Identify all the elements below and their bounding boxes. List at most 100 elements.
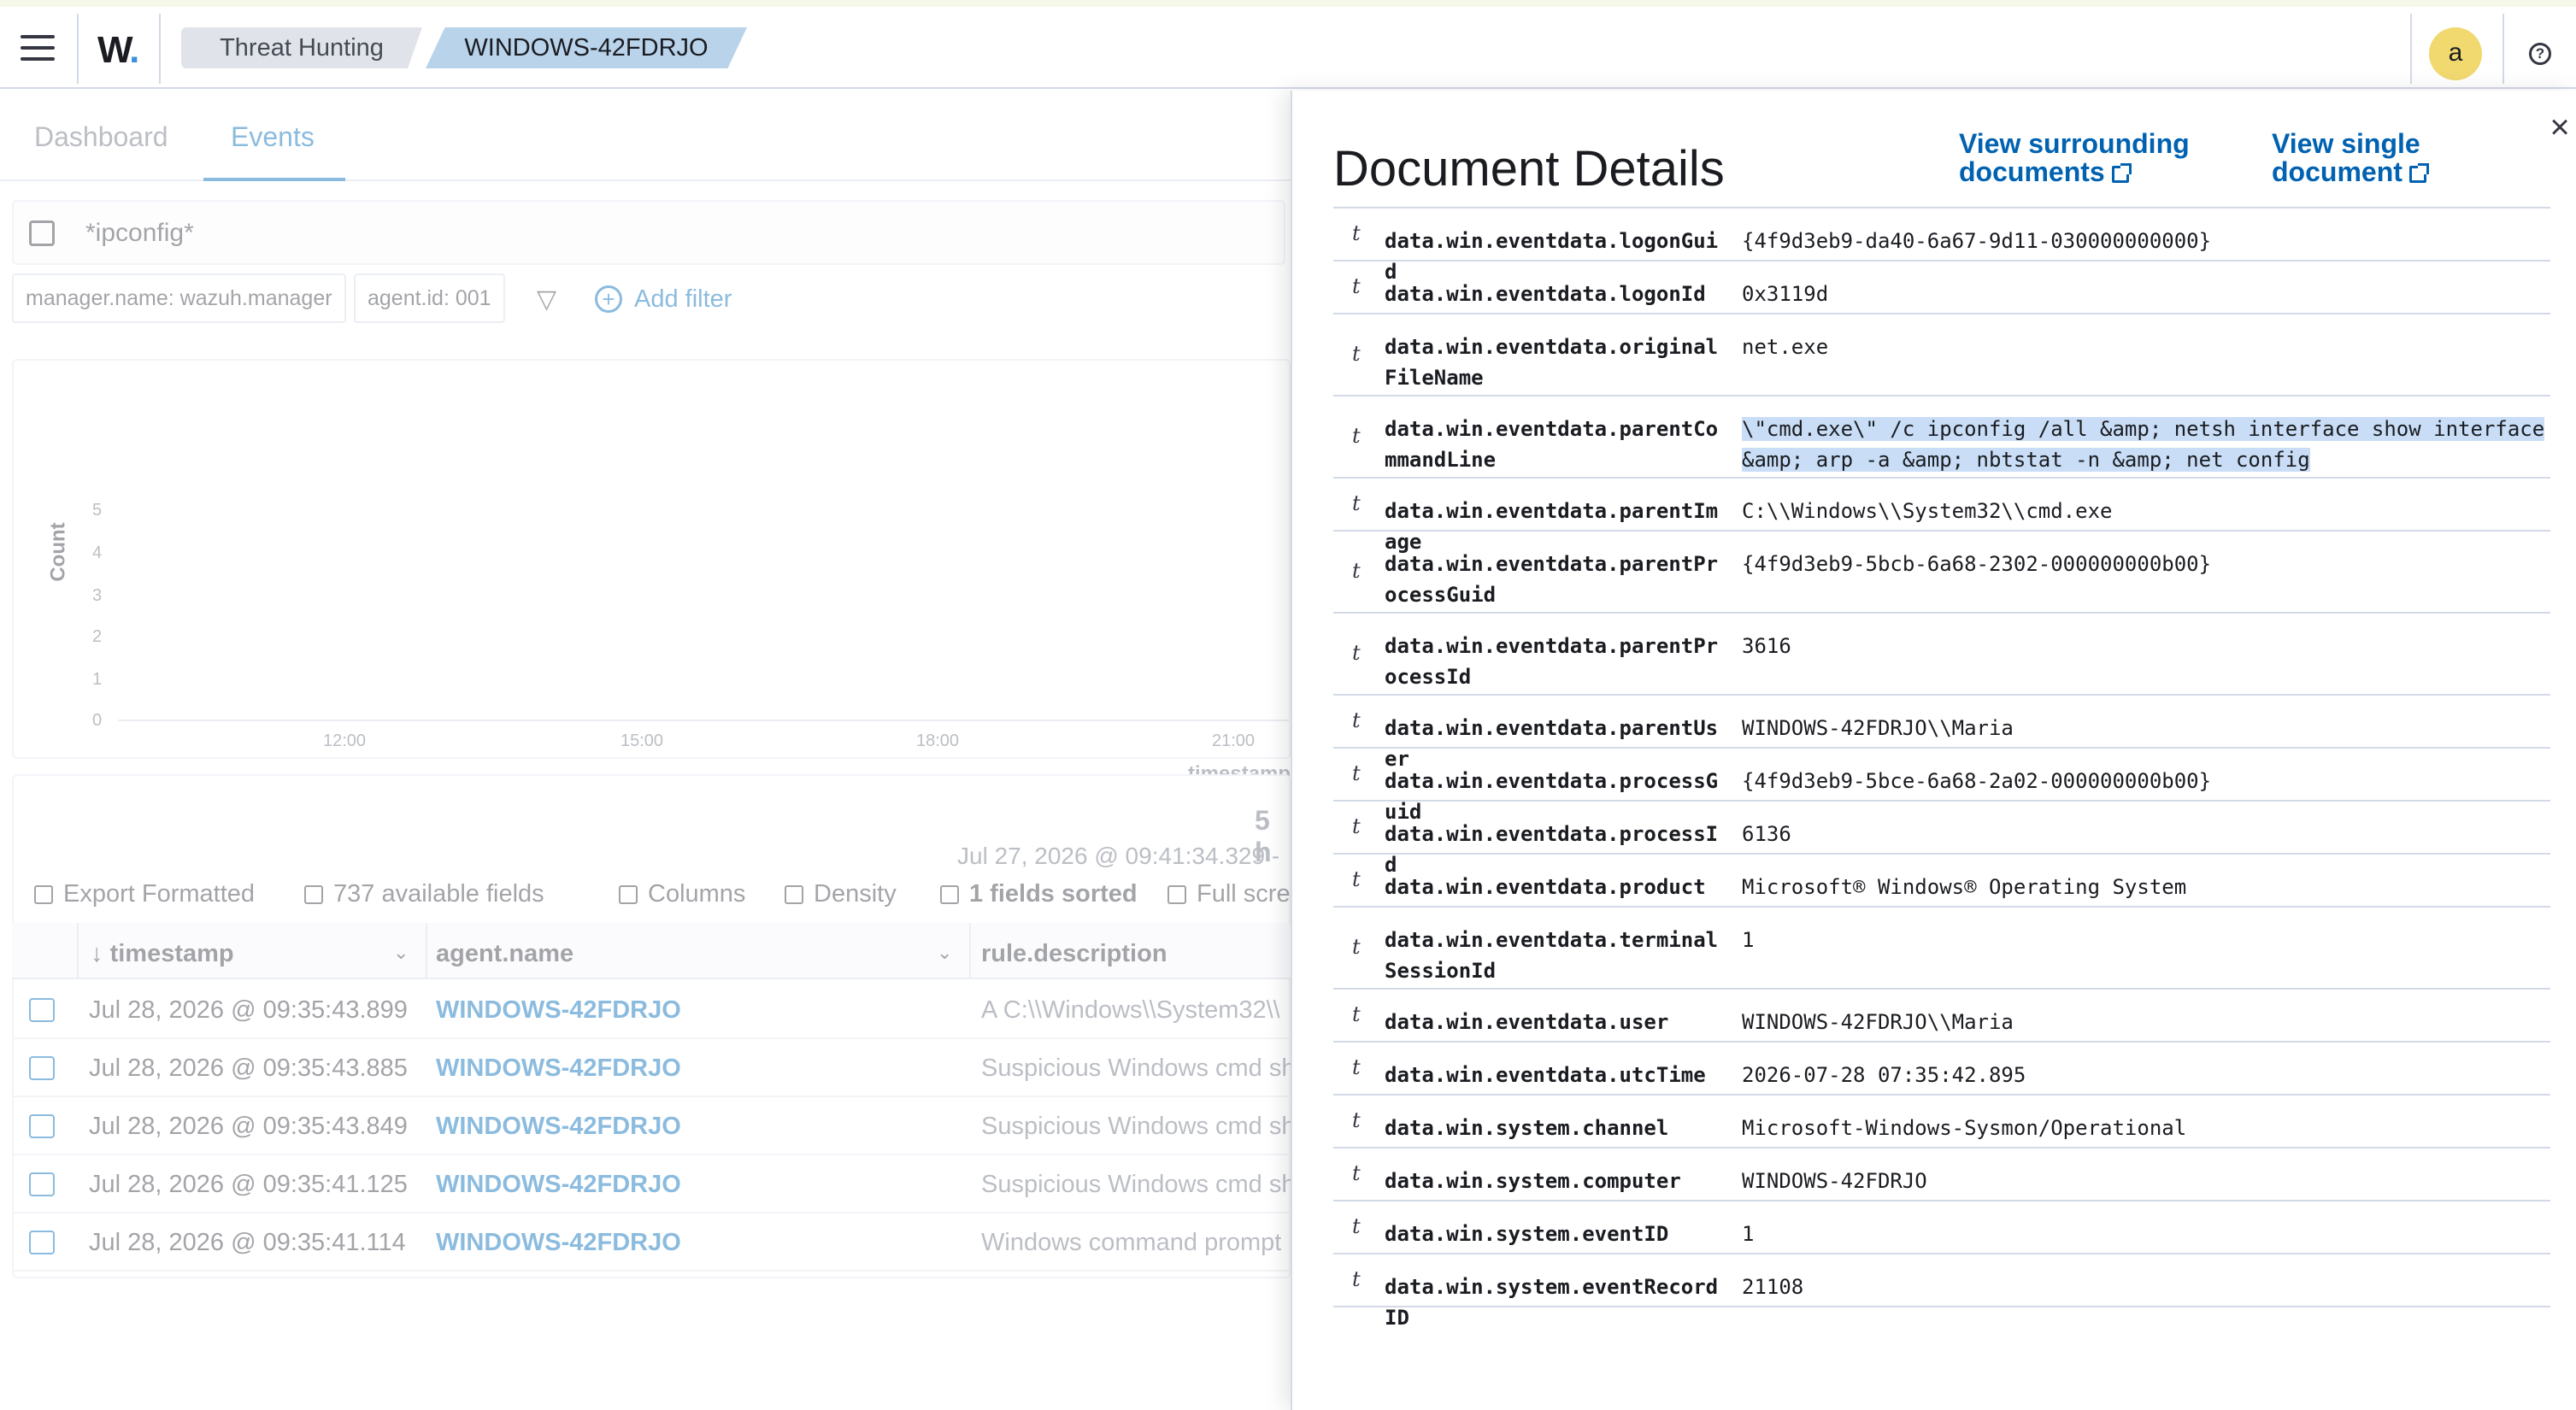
field-value: {4f9d3eb9-da40-6a67-9d11-030000000000} — [1742, 229, 2212, 253]
cell-agent-name[interactable]: WINDOWS-42FDRJO — [436, 1229, 681, 1257]
field-row[interactable]: t data.win.eventdata.utcTime 2026-07-28 07… — [1333, 1043, 2550, 1096]
column-header-rule-description[interactable]: rule.description — [981, 940, 1167, 968]
tab-events[interactable]: Events — [231, 121, 315, 153]
field-value: 3616 — [1742, 634, 1791, 658]
table-header: ↓ timestamp ⌄ agent.name ⌄ rule.descript… — [12, 923, 1291, 979]
chevron-down-icon[interactable]: ⌄ — [393, 942, 409, 964]
breadcrumb-threat-hunting[interactable]: Threat Hunting — [181, 27, 422, 68]
close-icon[interactable]: × — [2545, 110, 2574, 144]
chevron-down-icon[interactable]: ⌄ — [937, 942, 952, 964]
field-row[interactable]: t data.win.eventdata.parentUser WINDOWS-42… — [1333, 696, 2550, 771]
external-link-icon — [2111, 163, 2132, 183]
table-row[interactable]: Jul 28, 2026 @ 09:35:43.885 WINDOWS-42FD… — [12, 1039, 1291, 1097]
field-name: data.win.system.channel — [1385, 1116, 1669, 1140]
field-value: Microsoft-Windows-Sysmon/Operational — [1742, 1116, 2187, 1140]
field-row[interactable]: t data.win.system.eventID 1 — [1333, 1201, 2550, 1254]
table-row[interactable]: Jul 28, 2026 @ 09:35:43.849 WINDOWS-42FD… — [12, 1097, 1291, 1155]
inspect-icon[interactable] — [29, 1172, 55, 1196]
field-type-icon: t — [1352, 761, 1361, 785]
density-button[interactable]: Density — [785, 880, 897, 908]
column-header-timestamp[interactable]: ↓ timestamp — [91, 940, 234, 968]
cell-rule-description: Suspicious Windows cmd sh — [981, 1055, 1291, 1082]
y-tick: 3 — [92, 586, 103, 605]
field-type-icon: t — [1352, 814, 1361, 838]
field-row[interactable]: t data.win.eventdata.parentCommandLine \"c… — [1333, 397, 2550, 479]
save-query-icon[interactable] — [29, 220, 55, 246]
user-avatar[interactable]: a — [2429, 27, 2482, 80]
fullscreen-icon — [1167, 885, 1186, 904]
export-formatted-button[interactable]: Export Formatted — [34, 880, 255, 908]
breadcrumb-agent[interactable]: WINDOWS-42FDRJO — [426, 27, 747, 68]
inspect-icon[interactable] — [29, 998, 55, 1022]
menu-icon[interactable] — [21, 35, 55, 61]
field-type-icon: t — [1352, 1267, 1361, 1291]
x-tick: 18:00 — [916, 731, 960, 750]
filter-icon[interactable]: ▽ — [537, 287, 562, 313]
field-value: 6136 — [1742, 822, 1791, 846]
inspect-icon[interactable] — [29, 1114, 55, 1138]
table-row[interactable]: Jul 28, 2026 @ 09:35:43.899 WINDOWS-42FD… — [12, 981, 1291, 1039]
field-value: WINDOWS-42FDRJO — [1742, 1169, 1927, 1193]
field-type-icon: t — [1352, 1214, 1361, 1238]
columns-button[interactable]: Columns — [619, 880, 745, 908]
field-type-icon: t — [1352, 641, 1361, 665]
app-logo[interactable]: W. — [97, 29, 139, 72]
add-filter-button[interactable]: + Add filter — [595, 285, 732, 314]
tab-active-underline — [203, 178, 345, 181]
column-header-agent-name[interactable]: agent.name — [436, 940, 573, 968]
columns-icon — [619, 885, 638, 904]
view-single-document-link[interactable]: View single document — [2272, 130, 2429, 186]
header-divider — [159, 14, 161, 84]
field-row[interactable]: t data.win.eventdata.originalFileName net.… — [1333, 314, 2550, 397]
cell-agent-name[interactable]: WINDOWS-42FDRJO — [436, 1055, 681, 1083]
field-value: WINDOWS-42FDRJO\\Maria — [1742, 1010, 2014, 1034]
inspect-icon[interactable] — [29, 1231, 55, 1254]
field-name: data.win.system.computer — [1385, 1169, 1681, 1193]
field-type-icon: t — [1352, 1161, 1361, 1185]
external-link-icon — [2408, 163, 2429, 183]
field-name: data.win.eventdata.parentProcessGuid — [1385, 552, 1719, 607]
filter-pill-manager[interactable]: manager.name: wazuh.manager — [12, 273, 346, 323]
full-screen-button[interactable]: Full scre — [1167, 880, 1291, 908]
field-row[interactable]: t data.win.eventdata.logonId 0x3119d — [1333, 261, 2550, 314]
cell-rule-description: A C:\\Windows\\System32\\ — [981, 996, 1280, 1024]
app-header: W. Threat Hunting WINDOWS-42FDRJO a ? — [0, 7, 2576, 89]
field-row[interactable]: t data.win.eventdata.user WINDOWS-42FDRJO\… — [1333, 990, 2550, 1043]
field-row[interactable]: t data.win.system.computer WINDOWS-42FDRJO — [1333, 1149, 2550, 1201]
y-tick: 0 — [92, 711, 103, 730]
export-icon — [34, 885, 53, 904]
search-input[interactable]: *ipconfig* — [85, 219, 194, 248]
field-row[interactable]: t data.win.eventdata.processGuid {4f9d3eb9… — [1333, 749, 2550, 824]
cell-agent-name[interactable]: WINDOWS-42FDRJO — [436, 1171, 681, 1199]
table-row[interactable]: Jul 28, 2026 @ 09:35:41.114 WINDOWS-42FD… — [12, 1213, 1291, 1272]
field-row[interactable]: t data.win.eventdata.terminalSessionId 1 — [1333, 908, 2550, 990]
field-value: Microsoft® Windows® Operating System — [1742, 875, 2187, 899]
field-row[interactable]: t data.win.eventdata.parentImage C:\\Windo… — [1333, 479, 2550, 554]
date-range: Jul 27, 2026 @ 09:41:34.329 - — [957, 843, 1280, 869]
x-axis-line — [118, 720, 1289, 721]
field-name: data.win.system.eventRecordID — [1385, 1275, 1719, 1330]
cell-timestamp: Jul 28, 2026 @ 09:35:41.125 — [89, 1171, 408, 1198]
field-row[interactable]: t data.win.system.channel Microsoft-Window… — [1333, 1096, 2550, 1149]
view-surrounding-documents-link[interactable]: View surrounding documents — [1959, 130, 2190, 186]
field-row[interactable]: t data.win.eventdata.logonGuid {4f9d3eb9-d… — [1333, 209, 2550, 284]
cell-agent-name[interactable]: WINDOWS-42FDRJO — [436, 1113, 681, 1141]
field-row[interactable]: t data.win.eventdata.product Microsoft® Wi… — [1333, 855, 2550, 908]
tab-dashboard[interactable]: Dashboard — [34, 121, 168, 153]
help-icon[interactable]: ? — [2529, 43, 2551, 65]
available-fields-button[interactable]: 737 available fields — [304, 880, 544, 908]
sort-fields-button[interactable]: 1 fields sorted — [940, 880, 1138, 908]
cell-rule-description: Windows command prompt — [981, 1229, 1282, 1256]
cell-agent-name[interactable]: WINDOWS-42FDRJO — [436, 996, 681, 1025]
field-name: data.win.eventdata.parentProcessId — [1385, 634, 1719, 689]
filter-pill-agent[interactable]: agent.id: 001 — [354, 273, 505, 323]
cell-timestamp: Jul 28, 2026 @ 09:35:43.885 — [89, 1055, 408, 1082]
field-row[interactable]: t data.win.eventdata.processId 6136 — [1333, 802, 2550, 877]
table-row[interactable]: Jul 28, 2026 @ 09:35:41.125 WINDOWS-42FD… — [12, 1155, 1291, 1213]
field-row[interactable]: t data.win.eventdata.parentProcessId 3616 — [1333, 614, 2550, 696]
field-row[interactable]: t data.win.system.eventRecordID 21108 — [1333, 1254, 2550, 1330]
inspect-icon[interactable] — [29, 1056, 55, 1080]
search-bar[interactable]: *ipconfig* — [12, 200, 1285, 265]
field-row[interactable]: t data.win.eventdata.parentProcessGuid {4f… — [1333, 532, 2550, 614]
field-type-icon: t — [1352, 935, 1361, 959]
